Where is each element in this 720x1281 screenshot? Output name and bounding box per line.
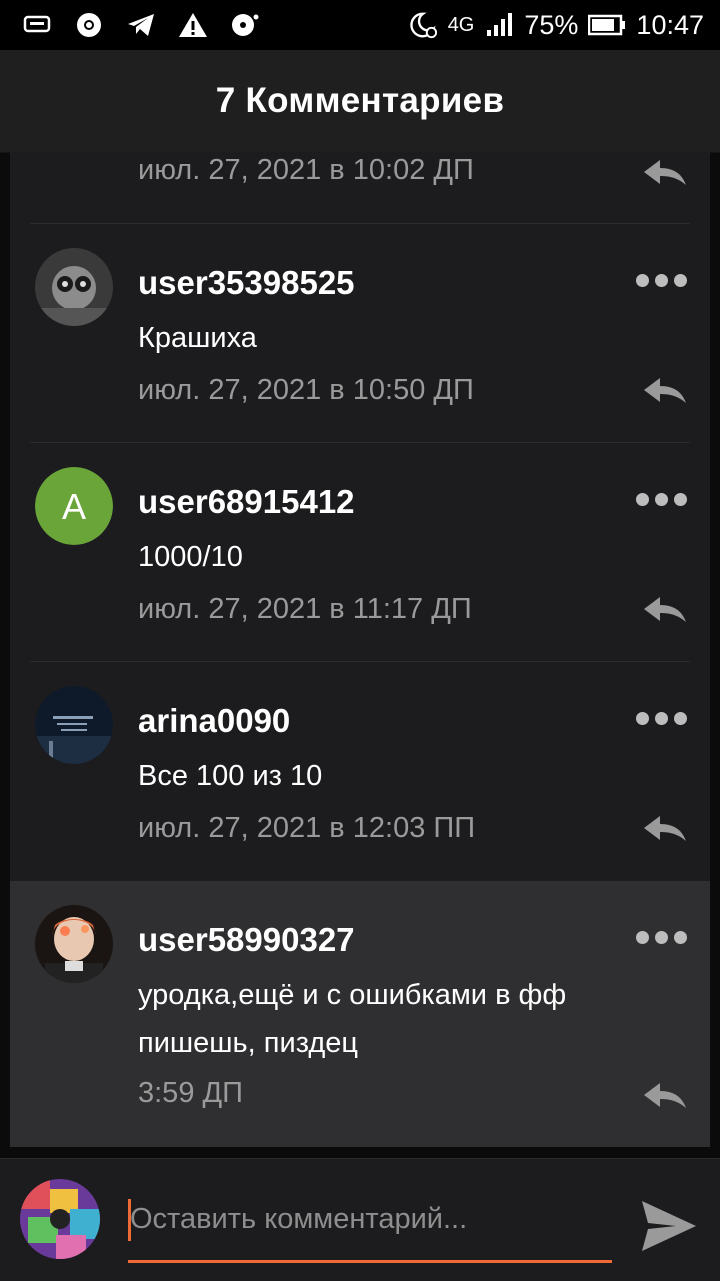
telegram-icon (126, 10, 156, 40)
comments-header: 7 Комментариев (0, 50, 720, 153)
my-avatar[interactable] (20, 1179, 100, 1259)
comment-username[interactable]: user68915412 (138, 483, 355, 521)
comment-date: июл. 27, 2021 в 10:02 ДП (138, 154, 474, 186)
reply-icon[interactable] (642, 1081, 688, 1111)
comment-username[interactable]: user35398525 (138, 264, 355, 302)
comment-username[interactable]: arina0090 (138, 702, 290, 740)
comment-date: июл. 27, 2021 в 10:50 ДП (138, 374, 474, 406)
list-item: июл. 27, 2021 в 10:02 ДП (10, 152, 710, 223)
comment-text: 1000/10 (138, 541, 243, 573)
moon-alarm-icon (408, 10, 438, 40)
comment-username[interactable]: user58990327 (138, 921, 355, 959)
avatar[interactable] (35, 686, 113, 764)
comment-item: arina0090 Все 100 из 10 июл. 27, 2021 в … (10, 662, 710, 880)
reply-icon[interactable] (642, 376, 688, 406)
svg-text:A: A (62, 486, 86, 527)
comment-composer: Оставить комментарий... (0, 1158, 720, 1281)
reply-icon[interactable] (642, 158, 688, 188)
comment-item: A user68915412 1000/10 июл. 27, 2021 в 1… (10, 443, 710, 661)
warning-icon (178, 10, 208, 40)
comment-date: июл. 27, 2021 в 11:17 ДП (138, 593, 472, 625)
chat-icon (22, 10, 52, 40)
page-title: 7 Комментариев (215, 81, 505, 120)
comment-date: 3:59 ДП (138, 1077, 243, 1109)
battery-icon (588, 10, 626, 40)
avatar[interactable] (35, 248, 113, 326)
battery-percent: 75% (524, 9, 579, 40)
chrome-icon (74, 10, 104, 40)
more-options-icon[interactable] (636, 491, 692, 507)
comment-list[interactable]: июл. 27, 2021 в 10:02 ДП user35398525 Кр… (10, 152, 710, 1147)
network-type: 4G (447, 13, 475, 36)
reply-icon[interactable] (642, 814, 688, 844)
signal-icon (484, 10, 514, 40)
avatar[interactable]: A (35, 467, 113, 545)
avatar[interactable] (35, 905, 113, 983)
comment-text: Все 100 из 10 (138, 760, 323, 792)
comment-text: уродка,ещё и с ошибками в фф пишешь, пиз… (138, 979, 567, 1059)
comment-input[interactable]: Оставить комментарий... (128, 1191, 612, 1263)
comment-text: Крашиха (138, 322, 257, 354)
status-bar: 4G 75% 10:47 (0, 0, 720, 50)
comment-item: user35398525 Крашиха июл. 27, 2021 в 10:… (10, 224, 710, 442)
clock: 10:47 (636, 9, 704, 40)
send-icon[interactable] (640, 1199, 698, 1253)
cd-icon (230, 10, 260, 40)
more-options-icon[interactable] (636, 272, 692, 288)
more-options-icon[interactable] (636, 710, 692, 726)
more-options-icon[interactable] (636, 929, 692, 945)
comment-date: июл. 27, 2021 в 12:03 ПП (138, 812, 476, 844)
comment-item-highlighted: user58990327 уродка,ещё и с ошибками в ф… (10, 881, 710, 1147)
reply-icon[interactable] (642, 595, 688, 625)
comment-input-placeholder: Оставить комментарий... (130, 1203, 468, 1235)
